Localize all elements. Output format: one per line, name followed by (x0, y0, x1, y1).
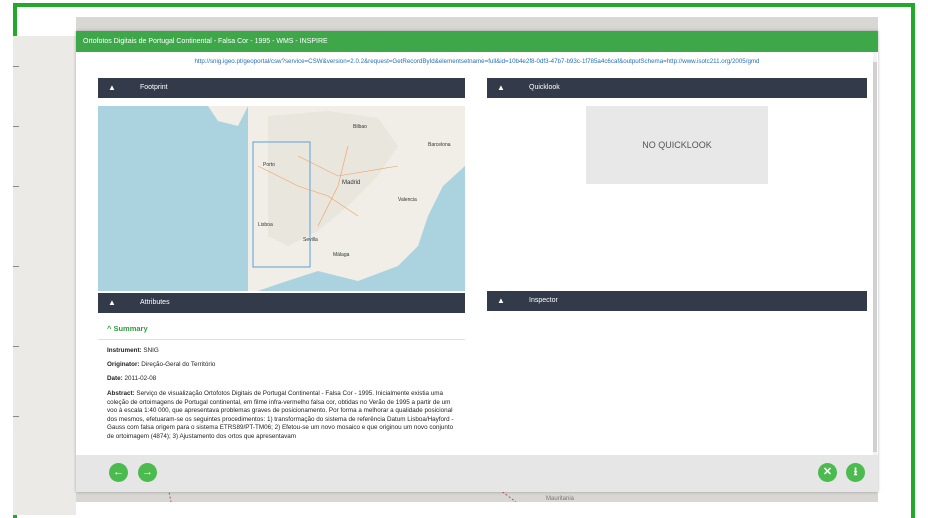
lisboa-label: Lisboa (258, 222, 273, 228)
chevron-up-icon: ▲ (108, 298, 116, 307)
chevron-up-icon: ▲ (497, 83, 505, 92)
attributes-title: Attributes (140, 299, 170, 306)
barcelona-label: Barcelona (428, 142, 451, 148)
originator-label: Originator: (107, 361, 140, 368)
malaga-label: Málaga (333, 252, 350, 258)
date-value: 2011-02-08 (124, 375, 157, 382)
metadata-modal: Ortofotos Digitais de Portugal Continent… (76, 31, 878, 492)
modal-scrollbar[interactable] (873, 52, 877, 462)
chevron-up-icon: ▲ (497, 296, 505, 305)
background-map-strip (13, 36, 76, 515)
date-field: Date: 2011-02-08 (98, 375, 465, 382)
mauritania-label: Mauritania (546, 496, 575, 502)
attributes-content: ^ Summary Instrument: SNIG Originator: D… (98, 314, 465, 456)
arrow-right-icon: → (142, 466, 153, 478)
originator-field: Originator: Direção-Geral do Território (98, 361, 465, 368)
sevilla-label: Sevilla (303, 237, 318, 243)
madrid-label: Madrid (342, 180, 360, 186)
instrument-value: SNIG (143, 347, 159, 354)
modal-title: Ortofotos Digitais de Portugal Continent… (76, 31, 878, 52)
download-button[interactable]: ⭳ (846, 463, 865, 482)
modal-footer: ← → ✕ ⭳ (76, 455, 878, 492)
footprint-map[interactable]: Madrid Lisboa Porto Sevilla Málaga Valen… (98, 106, 465, 291)
chevron-up-icon: ▲ (108, 83, 116, 92)
attributes-panel-header[interactable]: ▲ Attributes (98, 293, 465, 313)
abstract-field: Abstract: Serviço de visualização Ortofo… (98, 390, 460, 442)
originator-value: Direção-Geral do Território (141, 361, 216, 368)
scrollbar-thumb[interactable] (873, 62, 877, 452)
close-button[interactable]: ✕ (818, 463, 837, 482)
quicklook-title: Quicklook (529, 84, 560, 91)
porto-label: Porto (263, 162, 275, 168)
download-icon: ⭳ (853, 466, 858, 478)
instrument-field: Instrument: SNIG (98, 347, 465, 354)
footprint-title: Footprint (140, 84, 168, 91)
footprint-panel-header[interactable]: ▲ Footprint (98, 78, 465, 98)
date-label: Date: (107, 375, 123, 382)
arrow-left-icon: ← (113, 466, 124, 478)
next-button[interactable]: → (138, 463, 157, 482)
inspector-panel-header[interactable]: ▲ Inspector (487, 291, 867, 311)
close-icon: ✕ (822, 466, 833, 478)
summary-toggle[interactable]: ^ Summary (98, 314, 465, 340)
instrument-label: Instrument: (107, 347, 142, 354)
abstract-value: Serviço de visualização Ortofotos Digita… (107, 390, 454, 440)
no-quicklook-placeholder: NO QUICKLOOK (586, 106, 768, 184)
inspector-title: Inspector (529, 297, 558, 304)
bilbao-label: Bilbao (353, 124, 367, 130)
summary-title: Summary (113, 324, 148, 333)
previous-button[interactable]: ← (109, 463, 128, 482)
quicklook-panel-header[interactable]: ▲ Quicklook (487, 78, 867, 98)
abstract-label: Abstract: (107, 390, 135, 397)
valencia-label: Valencia (398, 197, 417, 203)
metadata-url-link[interactable]: http://snig.igeo.pt/geoportal/csw?servic… (76, 58, 878, 65)
